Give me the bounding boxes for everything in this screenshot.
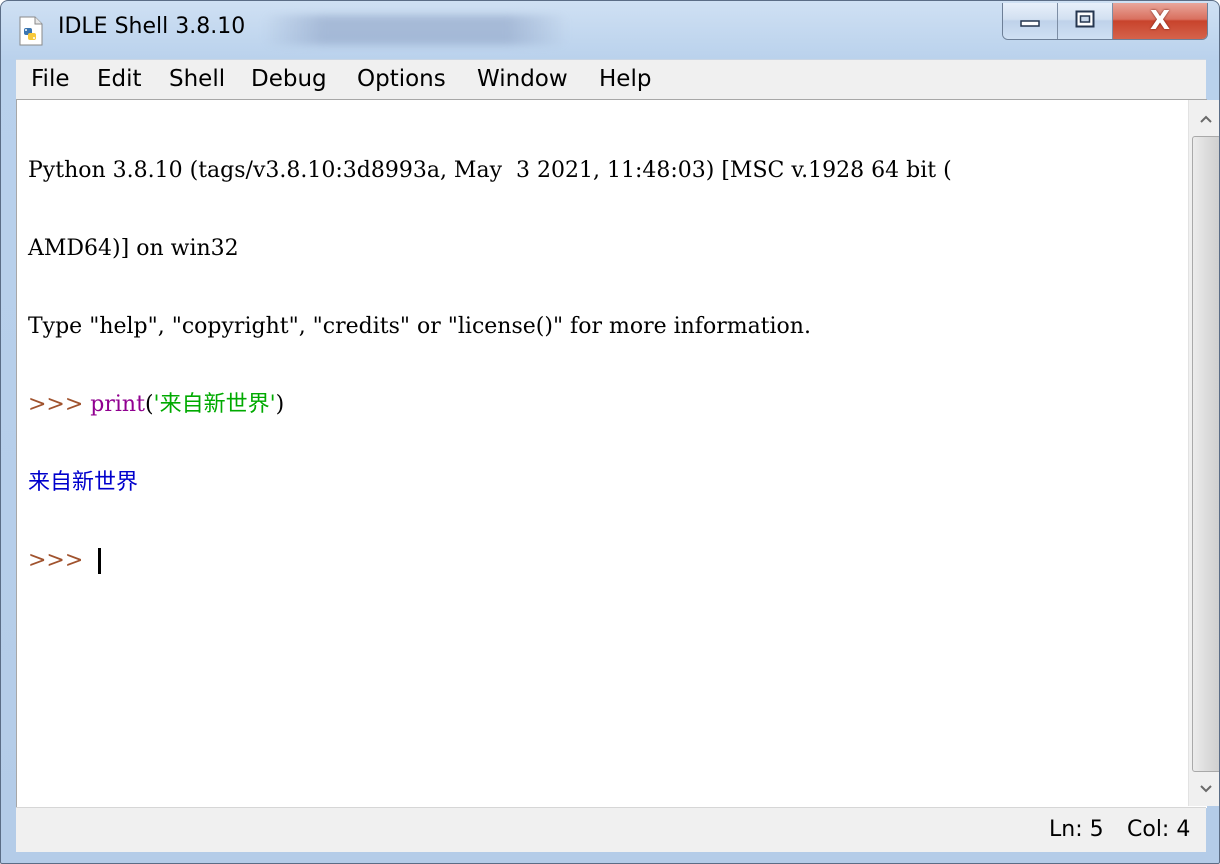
maximize-button[interactable] (1058, 3, 1113, 39)
paren-close: ) (275, 392, 285, 417)
column-number: Col: 4 (1127, 817, 1191, 842)
scrollbar-thumb[interactable] (1192, 136, 1219, 772)
vertical-scrollbar[interactable] (1188, 100, 1219, 806)
menu-shell[interactable]: Shell (169, 66, 225, 92)
string-literal: '来自新世界' (153, 392, 276, 417)
shell-text[interactable]: Python 3.8.10 (tags/v3.8.10:3d8993a, May… (28, 106, 1168, 804)
caption-buttons: X (1002, 3, 1208, 40)
scroll-up-arrow-icon[interactable] (1189, 102, 1219, 136)
close-button[interactable]: X (1113, 3, 1207, 39)
builtin-print: print (90, 392, 145, 417)
banner-line-2: AMD64)] on win32 (28, 236, 239, 261)
minimize-button[interactable] (1003, 3, 1058, 39)
menu-debug[interactable]: Debug (251, 66, 327, 92)
scroll-down-arrow-icon[interactable] (1189, 772, 1219, 806)
menu-options[interactable]: Options (357, 66, 446, 92)
menu-window[interactable]: Window (477, 66, 568, 92)
window-title: IDLE Shell 3.8.10 (58, 14, 246, 39)
menu-edit[interactable]: Edit (97, 66, 142, 92)
maximize-icon (1075, 10, 1095, 32)
paren-open: ( (144, 392, 154, 417)
banner-line-3: Type "help", "copyright", "credits" or "… (28, 314, 811, 339)
menu-file[interactable]: File (31, 66, 70, 92)
blurred-overlay (263, 15, 568, 45)
close-icon: X (1149, 6, 1171, 36)
title-bar[interactable]: IDLE Shell 3.8.10 X (1, 1, 1219, 57)
input-line[interactable]: >>> (28, 548, 1168, 574)
command-line: >>> print('来自新世界') (28, 392, 1168, 418)
shell-prompt-active: >>> (28, 548, 91, 573)
line-number: Ln: 5 (1049, 817, 1104, 842)
text-cursor (98, 548, 102, 574)
menu-help[interactable]: Help (599, 66, 651, 92)
stdout-line: 来自新世界 (28, 470, 139, 495)
menu-bar: File Edit Shell Debug Options Window Hel… (16, 59, 1206, 100)
banner-line-1: Python 3.8.10 (tags/v3.8.10:3d8993a, May… (28, 158, 952, 183)
shell-prompt: >>> (28, 392, 91, 417)
minimize-icon (1020, 12, 1040, 31)
python-idle-icon[interactable] (17, 16, 45, 46)
status-bar: Ln: 5 Col: 4 (16, 807, 1206, 852)
shell-editor[interactable]: Python 3.8.10 (tags/v3.8.10:3d8993a, May… (16, 99, 1219, 808)
idle-shell-window: IDLE Shell 3.8.10 X File Edit Shell Debu… (0, 0, 1220, 864)
